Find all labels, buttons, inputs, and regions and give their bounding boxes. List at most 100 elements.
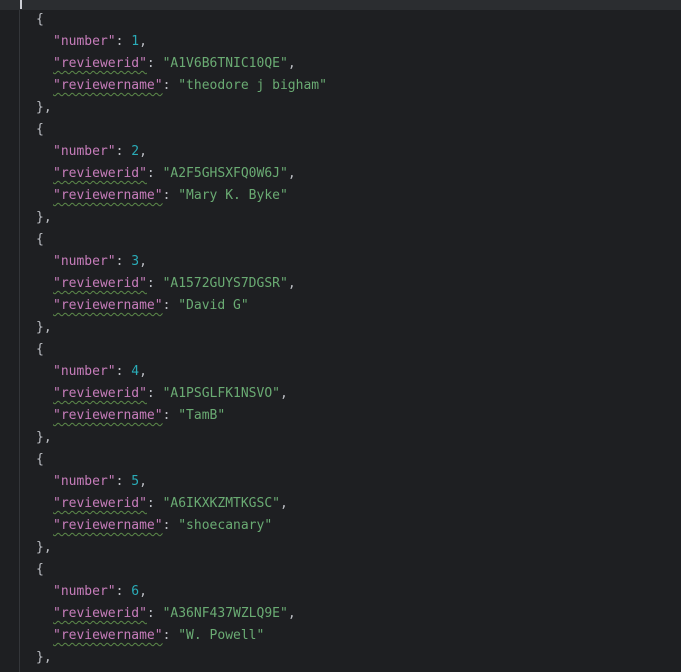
code-line-reviewerid[interactable]: "reviewerid": "A36NF437WZLQ9E", <box>53 603 296 625</box>
comma: , <box>139 474 147 489</box>
colon: : <box>115 34 132 49</box>
open-brace: { <box>36 562 44 577</box>
comma: , <box>139 144 147 159</box>
json-key-reviewerid: "reviewerid" <box>53 166 147 181</box>
comma: , <box>287 166 296 181</box>
json-value-reviewerid: "A6IKXKZMTKGSC" <box>162 496 280 511</box>
code-line-open-brace[interactable]: { <box>36 9 44 31</box>
colon: : <box>115 474 132 489</box>
code-line-number[interactable]: "number": 1, <box>53 31 147 53</box>
code-line-number[interactable]: "number": 5, <box>53 471 147 493</box>
code-line-number[interactable]: "number": 3, <box>53 251 147 273</box>
code-line-open-brace[interactable]: { <box>36 119 44 141</box>
colon: : <box>146 56 163 71</box>
colon: : <box>162 78 179 93</box>
code-line-close-brace[interactable]: }, <box>36 317 52 339</box>
code-line-close-brace[interactable]: }, <box>36 97 52 119</box>
code-line-open-brace[interactable]: { <box>36 229 44 251</box>
code-line-close-brace[interactable]: }, <box>36 427 52 449</box>
code-line-reviewerid[interactable]: "reviewerid": "A1V6B6TNIC10QE", <box>53 53 296 75</box>
code-line-close-brace[interactable]: }, <box>36 537 52 559</box>
code-line-reviewername[interactable]: "reviewername": "TamB" <box>53 405 225 427</box>
json-value-reviewername: "theodore j bigham" <box>178 78 327 93</box>
open-brace: { <box>36 232 44 247</box>
code-line-reviewername[interactable]: "reviewername": "W. Powell" <box>53 625 264 647</box>
json-value-reviewername: "David G" <box>178 298 249 313</box>
colon: : <box>162 518 179 533</box>
editor-top-bar <box>0 0 681 10</box>
colon: : <box>162 298 179 313</box>
json-key-number: "number" <box>53 364 116 379</box>
colon: : <box>115 254 132 269</box>
comma: , <box>287 56 296 71</box>
json-value-reviewername: "Mary K. Byke" <box>178 188 288 203</box>
colon: : <box>146 276 163 291</box>
json-key-reviewername: "reviewername" <box>53 78 163 93</box>
json-value-reviewerid: "A1PSGLFK1NSVO" <box>162 386 280 401</box>
colon: : <box>146 166 163 181</box>
open-brace: { <box>36 342 44 357</box>
code-line-close-brace[interactable]: }, <box>36 647 52 669</box>
text-cursor <box>20 0 22 9</box>
code-line-number[interactable]: "number": 6, <box>53 581 147 603</box>
close-brace: }, <box>36 210 52 225</box>
json-value-reviewerid: "A2F5GHSXFQ0W6J" <box>162 166 288 181</box>
json-key-number: "number" <box>53 34 116 49</box>
json-key-reviewerid: "reviewerid" <box>53 496 147 511</box>
json-key-reviewerid: "reviewerid" <box>53 606 147 621</box>
open-brace: { <box>36 12 44 27</box>
json-value-reviewerid: "A1V6B6TNIC10QE" <box>162 56 288 71</box>
json-value-number: 3 <box>131 254 140 269</box>
json-key-number: "number" <box>53 144 116 159</box>
json-value-reviewername: "W. Powell" <box>178 628 265 643</box>
json-value-reviewerid: "A36NF437WZLQ9E" <box>162 606 288 621</box>
indent-guide <box>19 10 20 672</box>
colon: : <box>162 408 179 423</box>
open-brace: { <box>36 122 44 137</box>
close-brace: }, <box>36 100 52 115</box>
code-line-reviewerid[interactable]: "reviewerid": "A1572GUYS7DGSR", <box>53 273 296 295</box>
json-key-reviewerid: "reviewerid" <box>53 56 147 71</box>
code-line-reviewername[interactable]: "reviewername": "David G" <box>53 295 249 317</box>
colon: : <box>146 606 163 621</box>
code-line-reviewername[interactable]: "reviewername": "Mary K. Byke" <box>53 185 288 207</box>
json-key-reviewername: "reviewername" <box>53 518 163 533</box>
close-brace: }, <box>36 320 52 335</box>
code-line-reviewerid[interactable]: "reviewerid": "A1PSGLFK1NSVO", <box>53 383 288 405</box>
close-brace: }, <box>36 650 52 665</box>
json-key-reviewername: "reviewername" <box>53 408 163 423</box>
code-line-close-brace[interactable]: }, <box>36 207 52 229</box>
code-line-open-brace[interactable]: { <box>36 559 44 581</box>
code-line-number[interactable]: "number": 2, <box>53 141 147 163</box>
json-key-number: "number" <box>53 584 116 599</box>
close-brace: }, <box>36 430 52 445</box>
colon: : <box>115 364 132 379</box>
open-brace: { <box>36 452 44 467</box>
comma: , <box>139 254 147 269</box>
colon: : <box>115 584 132 599</box>
comma: , <box>279 386 288 401</box>
json-value-number: 1 <box>131 34 140 49</box>
code-line-reviewerid[interactable]: "reviewerid": "A6IKXKZMTKGSC", <box>53 493 288 515</box>
colon: : <box>115 144 132 159</box>
json-value-number: 5 <box>131 474 140 489</box>
code-line-reviewerid[interactable]: "reviewerid": "A2F5GHSXFQ0W6J", <box>53 163 296 185</box>
comma: , <box>279 496 288 511</box>
json-key-reviewername: "reviewername" <box>53 628 163 643</box>
json-value-number: 6 <box>131 584 140 599</box>
json-value-number: 2 <box>131 144 140 159</box>
code-line-reviewername[interactable]: "reviewername": "shoecanary" <box>53 515 272 537</box>
json-key-number: "number" <box>53 254 116 269</box>
comma: , <box>139 364 147 379</box>
comma: , <box>139 584 147 599</box>
json-key-reviewername: "reviewername" <box>53 188 163 203</box>
code-line-reviewername[interactable]: "reviewername": "theodore j bigham" <box>53 75 327 97</box>
comma: , <box>287 276 296 291</box>
json-value-reviewerid: "A1572GUYS7DGSR" <box>162 276 288 291</box>
json-value-reviewername: "shoecanary" <box>178 518 273 533</box>
code-line-open-brace[interactable]: { <box>36 339 44 361</box>
json-key-number: "number" <box>53 474 116 489</box>
code-line-number[interactable]: "number": 4, <box>53 361 147 383</box>
comma: , <box>287 606 296 621</box>
code-line-open-brace[interactable]: { <box>36 449 44 471</box>
